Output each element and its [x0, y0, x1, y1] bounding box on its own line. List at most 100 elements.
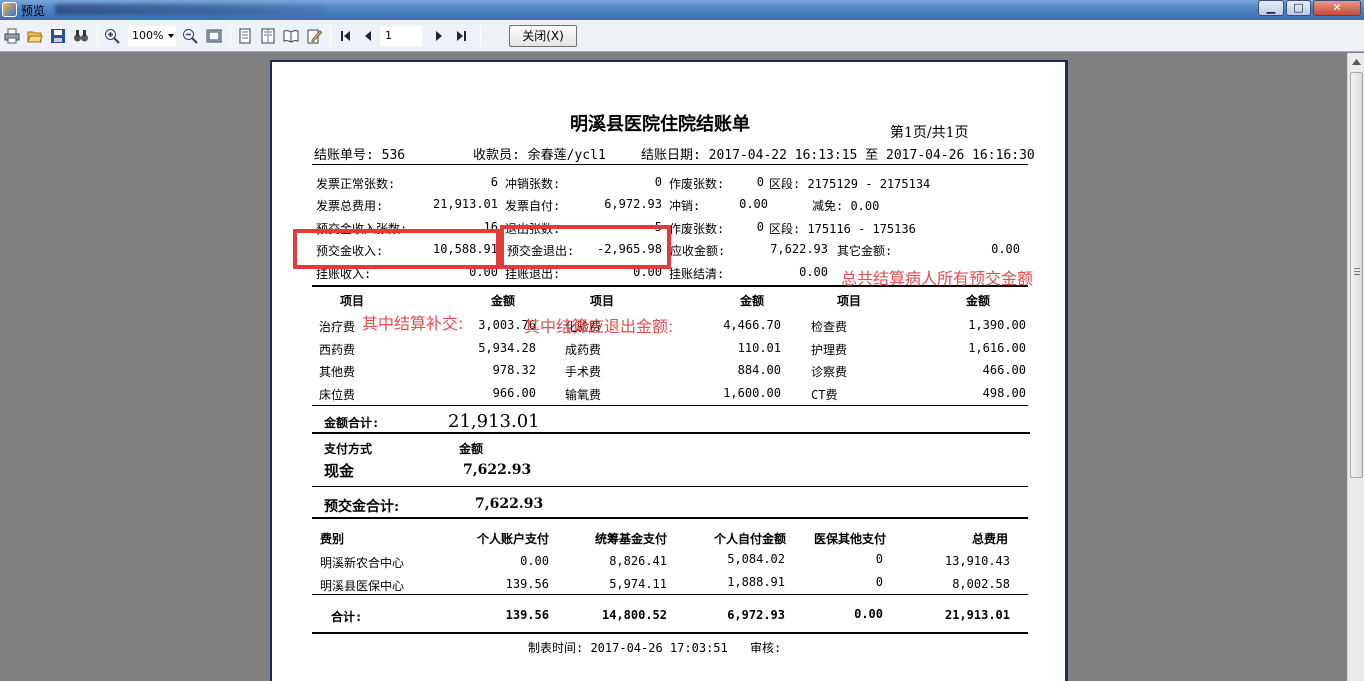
scroll-grip: [1354, 268, 1360, 275]
window-close-button[interactable]: ✕: [1313, 0, 1361, 16]
minimize-icon: ▁: [1266, 1, 1276, 14]
last-page-button[interactable]: [452, 27, 470, 45]
summary-label: 减免: 0.00: [812, 199, 880, 213]
last-page-icon: [457, 31, 466, 41]
insurance-header: 个人自付金额: [713, 532, 786, 546]
toolbar-separator: [230, 26, 231, 46]
first-page-button[interactable]: [337, 27, 355, 45]
payment-divider: [312, 486, 1028, 487]
payment-method: 现金: [324, 462, 355, 480]
page-number-value: 1: [385, 29, 392, 42]
summary-label: 冲销:: [669, 199, 701, 213]
insurance-total-cell: 6,972.93: [727, 608, 785, 622]
insurance-header: 个人账户支付: [476, 532, 549, 546]
zoom-value: 100%: [132, 29, 164, 42]
next-page-button[interactable]: [430, 27, 448, 45]
insurance-header: 费别: [320, 532, 345, 546]
prev-page-button[interactable]: [359, 27, 377, 45]
item-amount: 4,466.70: [723, 318, 781, 332]
summary-label: 作废张数:: [669, 177, 725, 191]
page-number-input[interactable]: 1: [380, 26, 422, 46]
save-button[interactable]: [49, 27, 67, 45]
find-button[interactable]: [72, 27, 90, 45]
insurance-cell: 0: [875, 575, 883, 589]
total-value: 21,913.01: [448, 411, 540, 432]
zoom-out-button[interactable]: [181, 27, 199, 45]
single-page-icon: [239, 28, 251, 44]
insurance-total-cell: 合计:: [331, 610, 363, 624]
deposit-income-highlight: [293, 229, 500, 269]
header-divider: [312, 164, 1028, 165]
zoom-in-button[interactable]: [103, 27, 121, 45]
fit-page-button[interactable]: [205, 27, 223, 45]
maximize-icon: □: [1293, 1, 1304, 14]
payment-amount: 7,622.93: [463, 462, 532, 478]
insurance-cell: 0: [875, 552, 883, 566]
edit-page-button[interactable]: [305, 27, 323, 45]
deposit-total-value: 7,622.93: [475, 496, 544, 512]
items-header: 金额: [740, 294, 765, 308]
item-name: CT费: [811, 388, 838, 402]
binoculars-icon: [74, 30, 88, 42]
insurance-cell: 明溪新农合中心: [320, 556, 405, 570]
other-amount-value: 0.00: [991, 242, 1020, 256]
open-book-icon: [283, 30, 299, 43]
summary-label: 挂账结清:: [669, 267, 725, 281]
single-page-button[interactable]: [236, 27, 254, 45]
vertical-scrollbar[interactable]: [1347, 53, 1364, 681]
scroll-thumb[interactable]: [1350, 72, 1363, 478]
item-name: 输氧费: [565, 388, 602, 402]
summary-label: 区段: 175116 - 175136: [769, 222, 916, 236]
minimize-button[interactable]: ▁: [1258, 0, 1284, 16]
open-button[interactable]: [26, 27, 44, 45]
item-name: 诊察费: [811, 365, 848, 379]
next-page-icon: [436, 31, 442, 41]
insurance-cell: 明溪县医保中心: [320, 579, 405, 593]
annotation-total-deposit: 总共结算病人所有预交金额: [841, 269, 1034, 288]
item-amount: 966.00: [492, 386, 536, 400]
insurance-header: 总费用: [971, 532, 1008, 546]
summary-value: 0: [756, 220, 764, 234]
insurance-header: 统筹基金支付: [594, 532, 667, 546]
summary-value: 21,913.01: [432, 197, 498, 211]
chevron-down-icon: [168, 34, 174, 38]
maximize-button[interactable]: □: [1286, 0, 1311, 16]
multi-page-icon: [261, 28, 275, 44]
items-header: 项目: [590, 294, 615, 308]
items-header: 金额: [491, 294, 516, 308]
toolbar-separator: [480, 26, 481, 46]
items-header: 金额: [966, 294, 991, 308]
insurance-total-divider: [312, 632, 1028, 634]
total-divider: [312, 432, 1030, 434]
item-amount: 978.32: [492, 363, 536, 377]
summary-value: 0: [654, 175, 662, 189]
item-name: 手术费: [565, 365, 602, 379]
report-title: 明溪县医院住院结账单: [570, 114, 750, 135]
item-amount: 5,934.28: [478, 341, 536, 355]
book-view-button[interactable]: [282, 27, 300, 45]
multi-page-button[interactable]: [259, 27, 277, 45]
app-icon: [2, 2, 17, 17]
receivable-label: 应收金额:: [670, 244, 726, 258]
deposit-refund-highlight: [500, 225, 671, 269]
insurance-total-cell: 14,800.52: [601, 608, 667, 622]
zoom-select[interactable]: 100%: [128, 26, 176, 46]
insurance-divider: [312, 594, 1028, 595]
deposit-total-label: 预交金合计:: [324, 499, 400, 515]
print-button[interactable]: [3, 27, 21, 45]
item-name: 成药费: [565, 343, 602, 357]
close-preview-button[interactable]: 关闭(X): [509, 25, 577, 47]
summary-value: 0: [756, 175, 764, 189]
insurance-cell: 139.56: [505, 577, 549, 591]
items-divider: [312, 405, 1028, 406]
toolbar-separator: [330, 26, 331, 46]
item-amount: 466.00: [982, 363, 1026, 377]
summary-value: 6: [490, 175, 498, 189]
fit-window-icon: [206, 29, 222, 43]
scroll-up-button[interactable]: [1348, 53, 1364, 70]
item-name: 检查费: [811, 320, 848, 334]
close-icon: ✕: [1332, 1, 1342, 14]
item-name: 其他费: [319, 365, 356, 379]
preview-toolbar: 100% 1 关闭(X): [0, 20, 1364, 52]
item-amount: 1,616.00: [968, 341, 1026, 355]
